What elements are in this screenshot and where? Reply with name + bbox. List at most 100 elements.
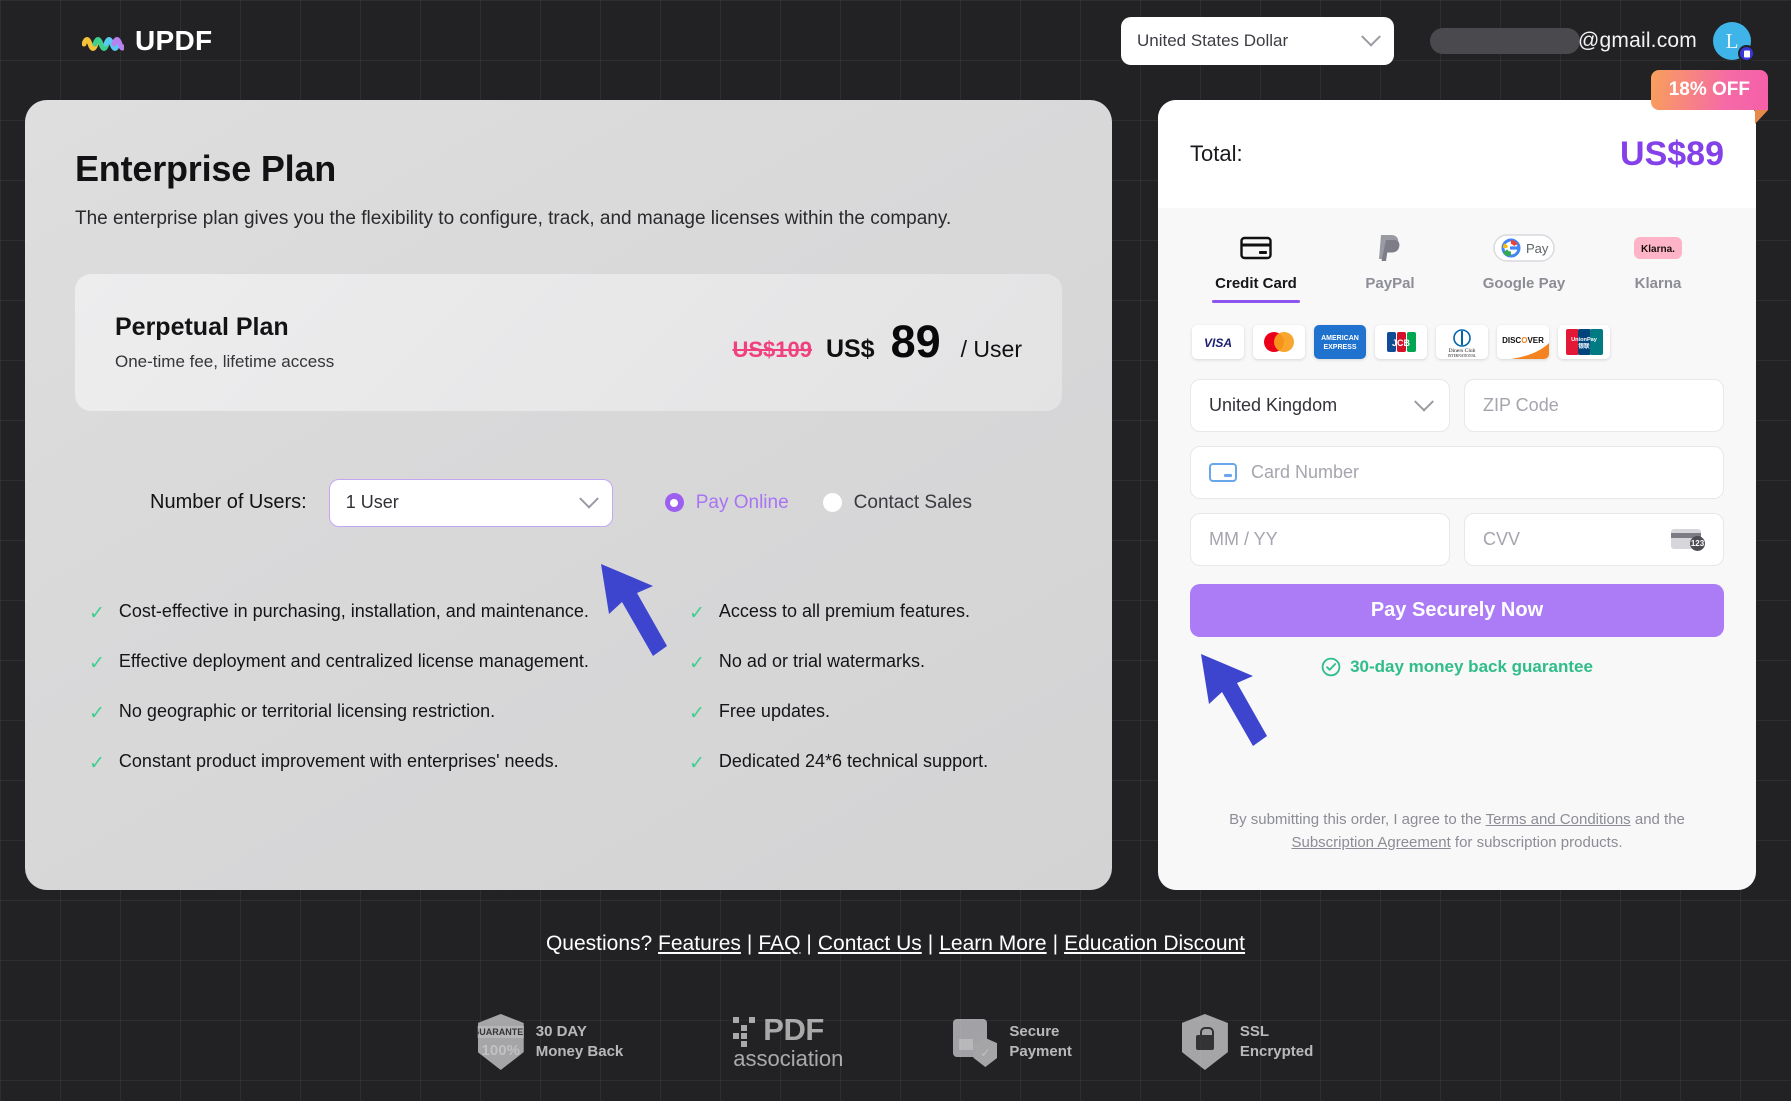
shield-top-text: GUARANTEE [477,1025,524,1038]
original-price: US$109 [732,337,812,363]
association-word: association [733,1046,844,1071]
tab-google-pay[interactable]: Pay Google Pay [1462,230,1586,303]
card-number-input[interactable]: Card Number [1190,446,1724,499]
separator: | [1052,932,1059,955]
trust-badge-ssl: SSL Encrypted [1181,1014,1313,1070]
currency-selected-label: United States Dollar [1136,31,1289,50]
discount-badge: 18% OFF [1650,70,1769,124]
price-per-unit: / User [960,336,1022,363]
credit-card-icon [1209,463,1237,482]
trust-line-1: SSL [1239,1022,1270,1040]
feature-text: Constant product improvement with enterp… [118,750,559,771]
footer-link-contact-us[interactable]: Contact Us [818,932,922,955]
zip-code-placeholder: ZIP Code [1483,395,1559,415]
country-select[interactable]: United Kingdom [1190,379,1450,432]
secure-payment-icon: ✓ [953,1017,998,1067]
terms-part-2: and the [1630,811,1685,828]
number-of-users-value: 1 User [345,492,399,513]
price-currency: US$ [825,335,875,364]
terms-part-3: for subscription products. [1450,833,1623,851]
zip-code-input[interactable]: ZIP Code [1464,379,1724,432]
pdf-association-icon [733,1017,756,1047]
svg-text:Pay: Pay [1526,241,1549,256]
perpetual-plan-subtitle: One-time fee, lifetime access [115,351,335,371]
footer-link-features[interactable]: Features [658,932,741,955]
pay-securely-now-button[interactable]: Pay Securely Now [1190,584,1724,637]
trust-badge-secure-payment: ✓ Secure Payment [953,1017,1072,1067]
tab-label: Klarna [1634,275,1682,292]
visa-icon: VISA [1192,325,1244,359]
terms-text: By submitting this order, I agree to the… [1190,809,1724,854]
cvv-icon-digits: 123 [1690,535,1705,551]
unionpay-icon: UnionPay 银联 [1558,325,1610,359]
separator: | [927,932,934,955]
tab-paypal[interactable]: PayPal [1328,230,1452,303]
trust-badge-money-back: GUARANTEE 100% 30 DAY Money Back [477,1014,623,1070]
radio-icon [822,493,842,513]
svg-text:AMERICAN: AMERICAN [1321,335,1359,342]
radio-option-contact-sales[interactable]: Contact Sales [822,492,972,514]
payment-mode-options: Pay Online Contact Sales [664,491,972,514]
feature-text: Effective deployment and centralized lic… [118,650,589,671]
brand-logo[interactable]: UPDF [82,25,212,57]
separator: | [746,932,753,955]
perpetual-plan-row: Perpetual Plan One-time fee, lifetime ac… [75,273,1062,411]
card-back-cvv-icon: 123 [1671,528,1705,551]
discover-icon: DISCOVER [1497,325,1549,359]
subscription-agreement-link[interactable]: Subscription Agreement [1291,834,1450,851]
list-item: ✓ Constant product improvement with ente… [89,751,689,773]
trust-line-2: Payment [1009,1043,1072,1060]
list-item: ✓ Cost-effective in purchasing, installa… [89,601,689,623]
currency-select[interactable]: United States Dollar [1120,17,1394,65]
money-back-guarantee: 30-day money back guarantee [1190,657,1724,677]
footer-links: Questions? Features | FAQ | Contact Us | Learn… [0,932,1791,956]
avatar[interactable]: L [1713,22,1755,62]
check-icon: ✓ [89,702,105,724]
expiry-input[interactable]: MM / YY [1190,513,1450,566]
footer-link-faq[interactable]: FAQ [758,932,800,955]
tab-credit-card[interactable]: Credit Card [1194,230,1318,303]
svg-text:EXPRESS: EXPRESS [1323,344,1356,351]
list-item: ✓ No ad or trial watermarks. [689,651,1062,673]
radio-option-pay-online[interactable]: Pay Online [664,491,789,514]
enterprise-plan-card: Enterprise Plan The enterprise plan give… [25,100,1112,890]
svg-text:JCB: JCB [1392,338,1411,348]
paypal-icon [1377,230,1403,266]
tab-klarna[interactable]: Klarna. Klarna [1596,230,1720,303]
checkout-panel: 18% OFF Total: US$89 Credit Card PayPal … [1158,70,1769,890]
list-item: ✓ Free updates. [689,701,1062,723]
guarantee-shield-icon: GUARANTEE 100% [477,1014,524,1070]
list-item: ✓ Effective deployment and centralized l… [89,651,689,673]
terms-and-conditions-link[interactable]: Terms and Conditions [1486,811,1631,828]
svg-text:银联: 银联 [1578,342,1590,350]
card-number-placeholder: Card Number [1251,462,1360,482]
footer-link-education-discount[interactable]: Education Discount [1064,932,1245,955]
svg-text:INTERNATIONAL: INTERNATIONAL [1448,354,1477,358]
list-item: ✓ Access to all premium features. [689,601,1062,623]
feature-text: No ad or trial watermarks. [718,650,925,671]
check-icon: ✓ [689,752,705,774]
klarna-icon: Klarna. [1634,230,1682,266]
ssl-lock-icon [1181,1014,1228,1070]
total-row: Total: US$89 [1158,100,1756,208]
payment-form: United Kingdom ZIP Code Card Number MM /… [1190,379,1724,677]
header-right: United States Dollar @gmail.com L [1120,17,1755,65]
cvv-placeholder: CVV [1483,529,1521,549]
email-redaction-bar [1429,28,1580,54]
footer-link-learn-more[interactable]: Learn More [939,932,1046,955]
payment-method-tabs: Credit Card PayPal Pay Google Pay Klarna… [1190,230,1724,303]
radio-label-pay-online: Pay Online [695,491,789,513]
feature-list: ✓ Cost-effective in purchasing, installa… [75,601,1062,773]
number-of-users-select[interactable]: 1 User [328,478,613,527]
price-amount: 89 [890,316,941,368]
country-value: United Kingdom [1209,395,1338,415]
plan-description: The enterprise plan gives you the flexib… [75,208,952,229]
check-icon: ✓ [689,602,705,624]
account-area[interactable]: @gmail.com L [1429,22,1755,62]
document-badge-icon [1738,45,1755,62]
svg-text:VISA: VISA [1204,336,1232,350]
list-item: ✓ No geographic or territorial licensing… [89,701,689,723]
cvv-input[interactable]: CVV 123 [1464,513,1724,566]
chevron-down-icon [578,488,599,509]
jcb-icon: JCB [1375,325,1427,359]
